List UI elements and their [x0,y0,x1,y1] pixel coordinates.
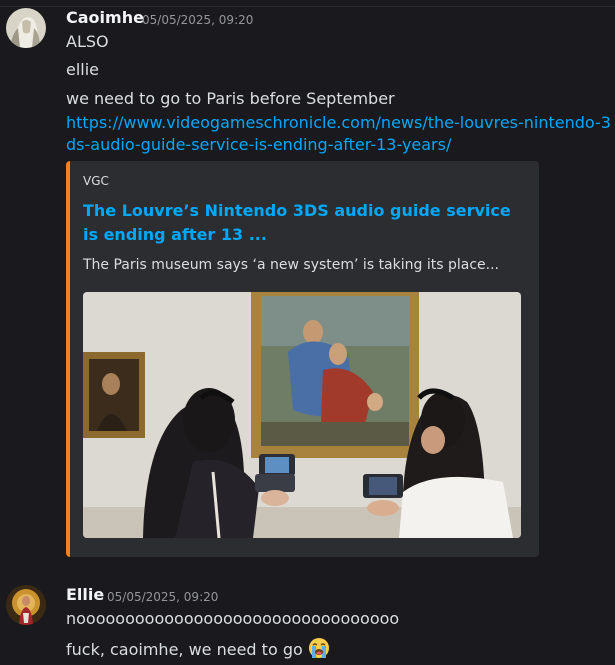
timestamp: 05/05/2025, 09:20 [107,590,219,604]
avatar[interactable] [6,585,46,625]
embed-title[interactable]: The Louvre’s Nintendo 3DS audio guide se… [83,199,523,247]
chat-log: Caoimhe 05/05/2025, 09:20 ALSO ellie we … [0,0,615,665]
link-embed: VGC The Louvre’s Nintendo 3DS audio guid… [66,161,539,557]
message-text: nooooooooooooooooooooooooooooooooo [66,609,400,628]
divider [0,6,615,7]
message-text: we need to go to Paris before September [66,89,395,108]
avatar[interactable] [6,8,46,48]
timestamp: 05/05/2025, 09:20 [142,13,254,27]
username[interactable]: Ellie [66,585,104,604]
embed-provider[interactable]: VGC [83,174,109,188]
message-link[interactable]: https://www.videogameschronicle.com/news… [66,112,614,156]
sob-emoji-icon [308,637,330,659]
message-text-content: fuck, caoimhe, we need to go [66,640,303,659]
embed-description: The Paris museum says ‘a new system’ is … [83,257,499,273]
message-text: fuck, caoimhe, we need to go [66,637,330,661]
message-text: ALSO [66,32,109,51]
username[interactable]: Caoimhe [66,8,144,27]
embed-image[interactable] [83,292,521,538]
message-text: ellie [66,60,100,79]
